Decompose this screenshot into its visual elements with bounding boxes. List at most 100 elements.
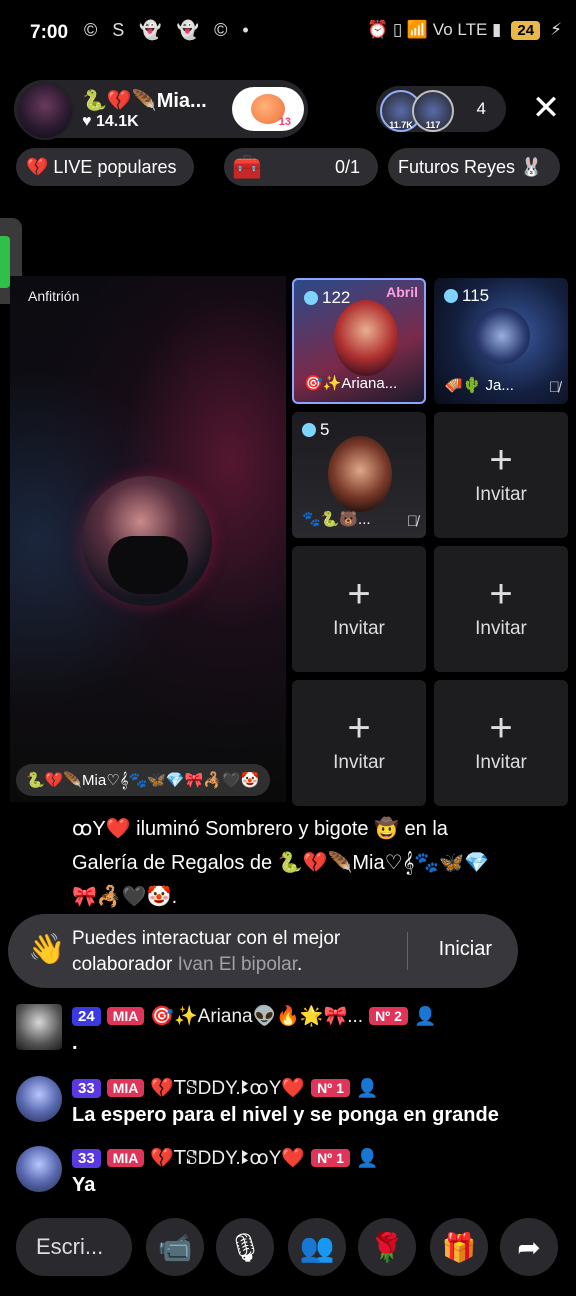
- guest-seat[interactable]: Abril 122 🎯✨Ariana...: [292, 278, 426, 404]
- host-label: Anfitrión: [28, 288, 80, 304]
- seat-name: 🪗🌵 Ja...: [444, 377, 514, 394]
- interact-text: Puedes interactuar con el mejor colabora…: [72, 926, 402, 978]
- follow-badge: 13: [278, 116, 291, 128]
- viewer-badge: 11.7K: [389, 120, 413, 130]
- plus-icon: +: [489, 706, 513, 750]
- guest-avatar: [474, 308, 530, 364]
- level-badge: 33: [72, 1078, 101, 1098]
- message-text: Ya: [72, 1174, 96, 1196]
- rank-badge: Nº 2: [369, 1007, 408, 1025]
- guests-icon[interactable]: 👥: [288, 1218, 346, 1276]
- host-video-avatar: [82, 476, 212, 606]
- user-avatar[interactable]: [16, 1076, 62, 1122]
- guest-seat[interactable]: 115 🪗🌵 Ja... 🎙̸: [434, 278, 568, 404]
- gem-icon: [302, 423, 316, 437]
- follow-button[interactable]: 13: [232, 87, 304, 131]
- future-kings-label: Futuros Reyes 🐰: [398, 156, 543, 177]
- host-likes: ♥ 14.1K: [82, 113, 139, 130]
- status-bar: 7:00 © S 👻 👻 © • ⏰ ▯ 📶 Vo LTE ▮ 24 ⚡: [0, 0, 576, 66]
- host-video-name[interactable]: 🐍💔🪶Mia♡𝄞🐾🦋💎🎀🦂🖤🤡: [16, 764, 270, 796]
- live-popular-chip[interactable]: 💔 LIVE populares: [16, 148, 194, 186]
- heart-icon: 13: [251, 94, 291, 128]
- user-icon: 👤: [355, 1147, 379, 1168]
- gem-icon: [444, 289, 458, 303]
- guest-seat[interactable]: 5 🐾🐍🐻... 🎙̸: [292, 412, 426, 538]
- level-badge: 33: [72, 1148, 101, 1168]
- username[interactable]: 🎯✨Ariana👽🔥🌟🎀...: [150, 1004, 363, 1028]
- plus-icon: +: [489, 438, 513, 482]
- mic-muted-icon: 🎙̸: [548, 379, 560, 396]
- system-status-icons: ⏰ ▯ 📶 Vo LTE ▮: [366, 20, 502, 39]
- host-video[interactable]: Anfitrión 🐍💔🪶Mia♡𝄞🐾🦋💎🎀🦂🖤🤡: [10, 276, 286, 802]
- rank-badge: Nº 1: [311, 1149, 350, 1167]
- gift-message-line: Galería de Regalos de 🐍💔🪶Mia♡𝄞🐾🦋💎: [72, 852, 490, 874]
- gift-icon[interactable]: 🎁: [430, 1218, 488, 1276]
- seat-count-value: 5: [320, 420, 330, 439]
- plus-icon: +: [347, 706, 371, 750]
- message-text: La espero para el nivel y se ponga en gr…: [72, 1104, 499, 1126]
- comment-input[interactable]: Escri...: [16, 1218, 132, 1276]
- gem-icon: [304, 291, 318, 305]
- interact-suffix: .: [296, 954, 303, 975]
- gift-message-line: ꝏY❤️ iluminó Sombrero y bigote 🤠 en la: [72, 818, 448, 840]
- system-icons: ⏰ ▯ 📶 Vo LTE ▮ 24 ⚡: [367, 20, 562, 40]
- username[interactable]: 💔ꓔꗟDDY.ꔪꝏY❤️: [150, 1076, 305, 1100]
- invite-label: Invitar: [333, 618, 385, 639]
- interact-highlight: Ivan El bipolar: [177, 954, 297, 975]
- bottom-toolbar: Escri... 📹 🎙 👥 🌹 🎁 ➦: [0, 1218, 576, 1278]
- user-avatar[interactable]: [16, 1004, 62, 1050]
- rose-icon[interactable]: 🌹: [358, 1218, 416, 1276]
- message-text: .: [72, 1032, 78, 1054]
- message-header: 33 MIA 💔ꓔꗟDDY.ꔪꝏY❤️ Nº 1 👤: [72, 1146, 378, 1170]
- divider: [407, 932, 408, 970]
- host-info[interactable]: 🐍💔🪶Mia... ♥ 14.1K 13: [14, 80, 308, 140]
- chest-progress: 0/1: [334, 156, 360, 177]
- gift-message-line: 🎀🦂🖤🤡.: [72, 886, 178, 908]
- user-icon: 👤: [355, 1077, 379, 1098]
- invite-label: Invitar: [475, 484, 527, 505]
- charging-icon: ⚡: [550, 20, 562, 39]
- microphone-icon[interactable]: 🎙: [216, 1218, 274, 1276]
- seat-count: 122: [304, 288, 350, 308]
- message-header: 33 MIA 💔ꓔꗟDDY.ꔪꝏY❤️ Nº 1 👤: [72, 1076, 378, 1100]
- invite-label: Invitar: [475, 752, 527, 773]
- fan-badge: MIA: [106, 1079, 145, 1097]
- start-button[interactable]: Iniciar: [439, 938, 492, 961]
- invite-seat[interactable]: + Invitar: [434, 412, 568, 538]
- guest-avatar: [328, 436, 392, 512]
- seat-name: 🐾🐍🐻...: [302, 511, 371, 528]
- fan-badge: MIA: [106, 1007, 145, 1025]
- gift-message: ꝏY❤️ iluminó Sombrero y bigote 🤠 en la G…: [72, 812, 562, 914]
- invite-seat[interactable]: + Invitar: [434, 680, 568, 806]
- user-icon: 👤: [413, 1005, 437, 1026]
- seat-count: 115: [444, 286, 489, 306]
- viewer-avatar[interactable]: 117: [412, 90, 454, 132]
- plus-icon: +: [489, 572, 513, 616]
- comment-placeholder: Escri...: [36, 1234, 104, 1259]
- invite-seat[interactable]: + Invitar: [292, 546, 426, 672]
- live-popular-label: 💔 LIVE populares: [26, 156, 177, 177]
- seat-count: 5: [302, 420, 329, 440]
- interact-banner: 👋 Puedes interactuar con el mejor colabo…: [8, 914, 518, 988]
- future-kings-chip[interactable]: Futuros Reyes 🐰: [388, 148, 560, 186]
- fan-badge: MIA: [106, 1149, 145, 1167]
- host-name: 🐍💔🪶Mia...: [82, 90, 207, 112]
- share-icon[interactable]: ➦: [500, 1218, 558, 1276]
- seat-count-value: 115: [462, 286, 490, 305]
- host-avatar[interactable]: [16, 82, 74, 140]
- viewer-count: 4: [476, 99, 486, 118]
- invite-label: Invitar: [475, 618, 527, 639]
- close-icon[interactable]: ✕: [528, 90, 564, 126]
- viewer-badge: 117: [425, 120, 441, 130]
- clock: 7:00: [30, 22, 69, 43]
- invite-seat[interactable]: + Invitar: [292, 680, 426, 806]
- treasure-chest-chip[interactable]: 🧰 0/1: [224, 148, 378, 186]
- username[interactable]: 💔ꓔꗟDDY.ꔪꝏY❤️: [150, 1146, 305, 1170]
- rank-badge: Nº 1: [311, 1079, 350, 1097]
- notification-icons: © S 👻 👻 © •: [84, 20, 254, 40]
- video-icon[interactable]: 📹: [146, 1218, 204, 1276]
- invite-seat[interactable]: + Invitar: [434, 546, 568, 672]
- user-avatar[interactable]: [16, 1146, 62, 1192]
- viewers-pill[interactable]: 11.7K 117 4: [376, 86, 506, 132]
- seat-count-value: 122: [322, 288, 351, 307]
